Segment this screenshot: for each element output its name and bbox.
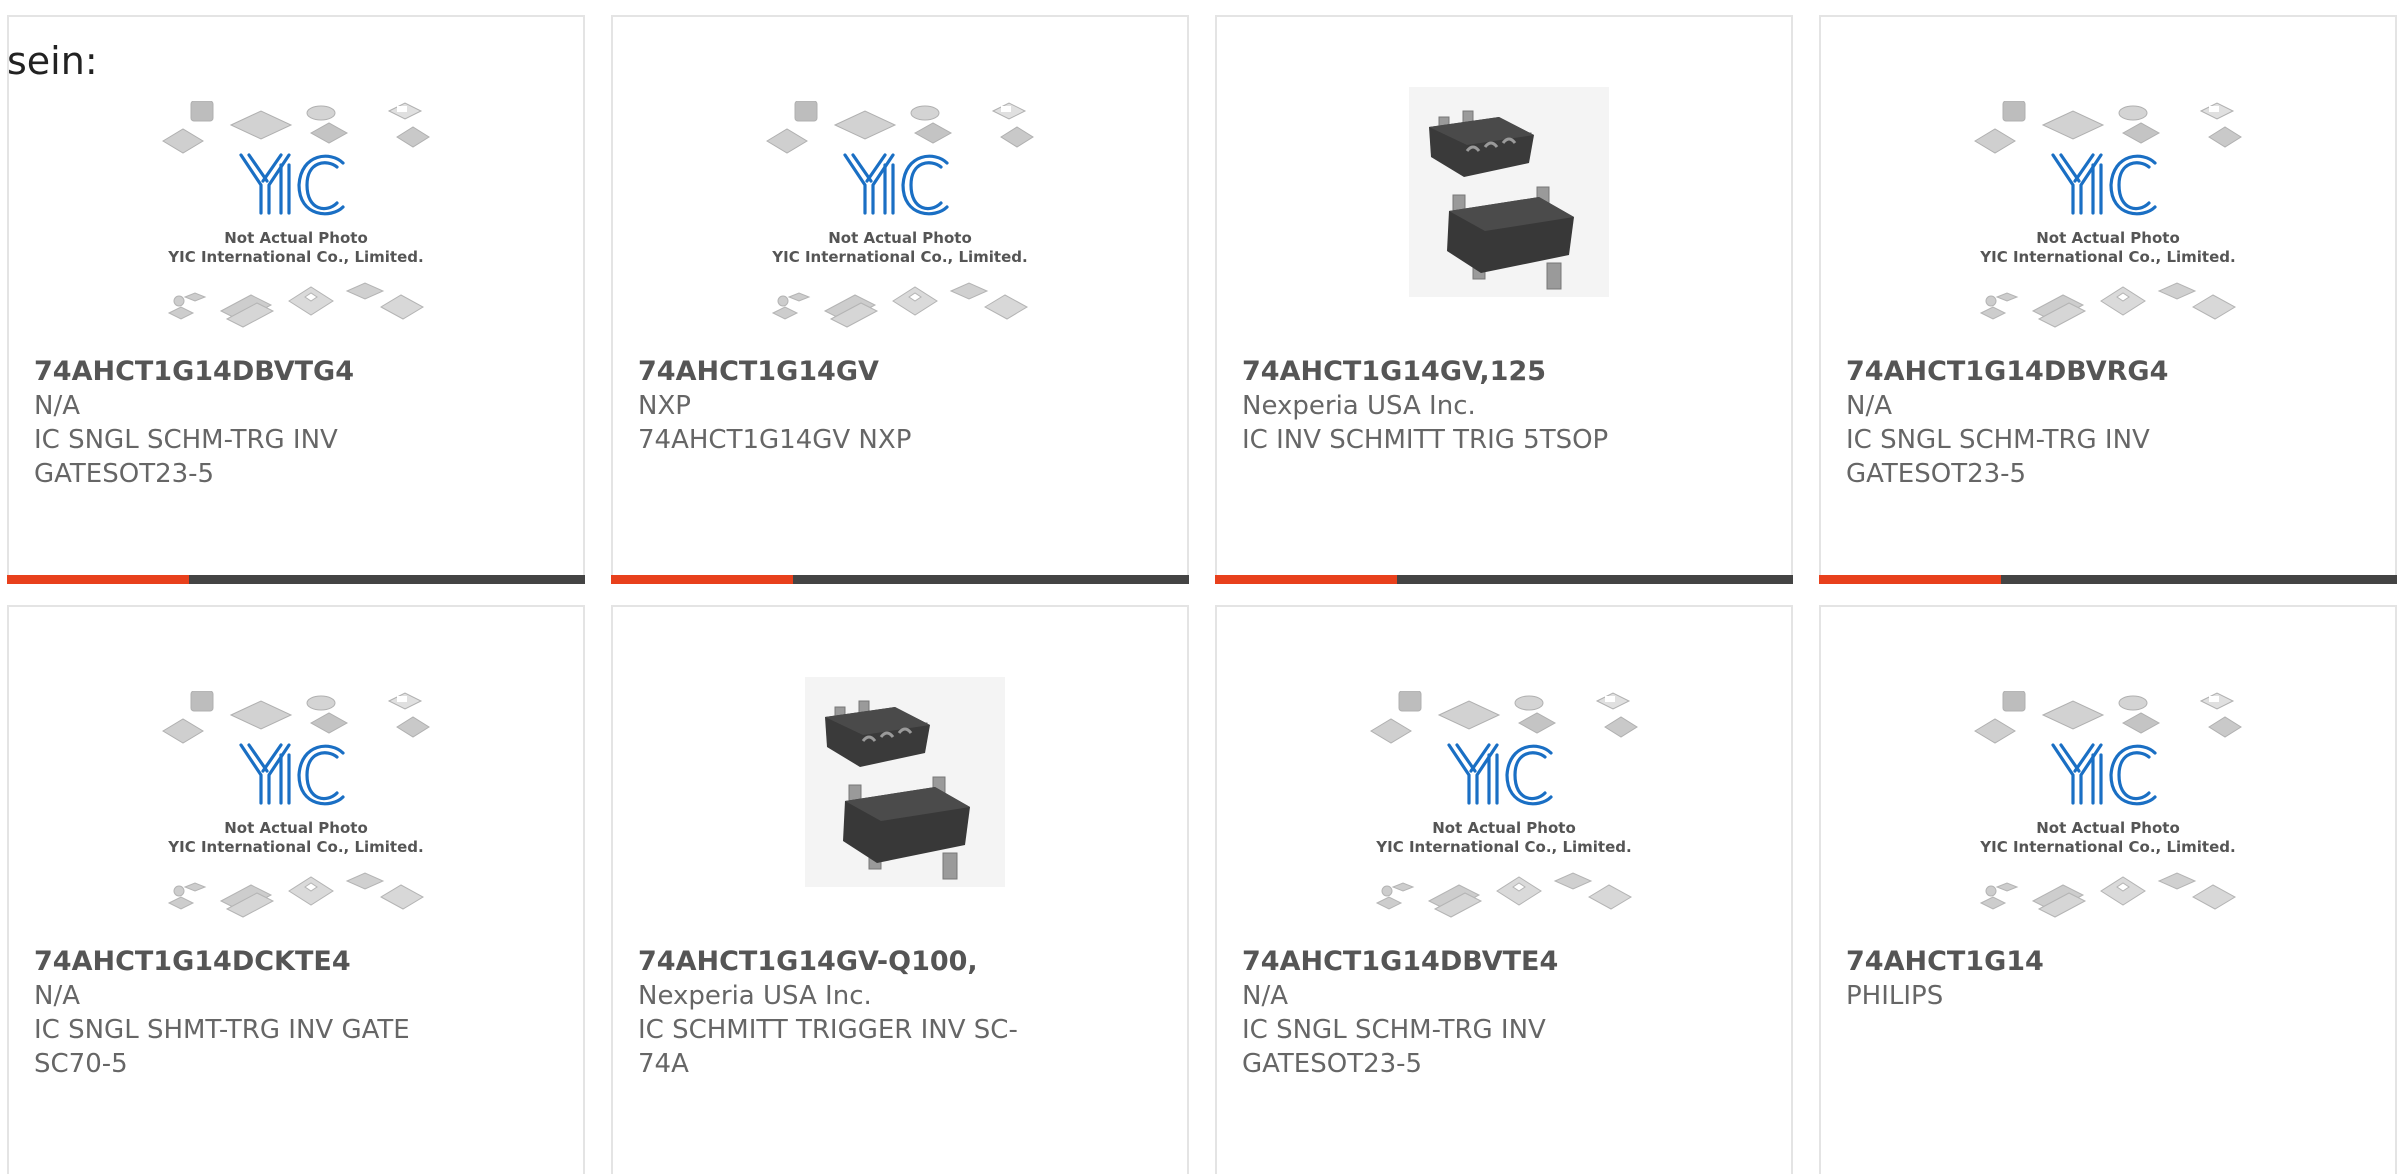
svg-text:YIC International Co., Limited: YIC International Co., Limited. <box>771 248 1027 266</box>
manufacturer: N/A <box>1242 981 1288 1011</box>
manufacturer: N/A <box>1846 391 1892 421</box>
part-number[interactable]: 74AHCT1G14DCKTE4 <box>34 945 563 979</box>
svg-text:YIC International Co., Limited: YIC International Co., Limited. <box>167 838 423 856</box>
description: 74AHCT1G14GV NXP <box>638 425 912 455</box>
card-bar <box>7 575 585 584</box>
placeholder-logo-icon: Not Actual Photo YIC International Co., L… <box>765 100 1035 341</box>
card-bar <box>1819 575 2397 584</box>
manufacturer: N/A <box>34 981 80 1011</box>
product-card[interactable]: Not Actual Photo YIC International Co., L… <box>7 15 585 584</box>
placeholder-logo-icon: Not Actual Photo YIC International Co., L… <box>1973 690 2243 931</box>
card-bar <box>611 575 1189 584</box>
product-card[interactable]: 74AHCT1G14GV,125 Nexperia USA Inc. IC IN… <box>1215 15 1793 584</box>
part-number[interactable]: 74AHCT1G14GV,125 <box>1242 355 1771 389</box>
svg-text:YIC International Co., Limited: YIC International Co., Limited. <box>167 248 423 266</box>
placeholder-logo-icon: Not Actual Photo YIC International Co., L… <box>1973 100 2243 341</box>
description: IC SNGL SCHM-TRG INV GATESOT23-5 <box>1242 1015 1546 1079</box>
svg-text:Not Actual Photo: Not Actual Photo <box>828 229 972 247</box>
placeholder-logo-icon: Not Actual Photo YIC International Co., L… <box>161 690 431 931</box>
part-number[interactable]: 74AHCT1G14DBVRG4 <box>1846 355 2375 389</box>
svg-text:Not Actual Photo: Not Actual Photo <box>2036 229 2180 247</box>
product-card[interactable]: 74AHCT1G14GV-Q100, Nexperia USA Inc. IC … <box>611 605 1189 1174</box>
manufacturer: PHILIPS <box>1846 981 1944 1011</box>
svg-text:Not Actual Photo: Not Actual Photo <box>2036 819 2180 837</box>
part-number[interactable]: 74AHCT1G14GV <box>638 355 1167 389</box>
manufacturer: N/A <box>34 391 80 421</box>
placeholder-logo-icon: Not Actual Photo YIC International Co., L… <box>161 100 431 341</box>
svg-text:Not Actual Photo: Not Actual Photo <box>224 229 368 247</box>
card-bar <box>1215 575 1793 584</box>
product-card[interactable]: Not Actual Photo YIC International Co., L… <box>1215 605 1793 1174</box>
prefix-text: sein: <box>7 39 98 83</box>
svg-text:YIC International Co., Limited: YIC International Co., Limited. <box>1375 838 1631 856</box>
card-bar-accent <box>611 575 793 584</box>
svg-text:Not Actual Photo: Not Actual Photo <box>224 819 368 837</box>
chip-photo-icon <box>1369 87 1639 327</box>
placeholder-logo-icon: Not Actual Photo YIC International Co., L… <box>1369 690 1639 931</box>
part-number[interactable]: 74AHCT1G14GV-Q100, <box>638 945 1167 979</box>
description: IC SNGL SCHM-TRG INV GATESOT23-5 <box>1846 425 2150 489</box>
description: IC SNGL SHMT-TRG INV GATE SC70-5 <box>34 1015 410 1079</box>
product-card[interactable]: Not Actual Photo YIC International Co., L… <box>611 15 1189 584</box>
product-card[interactable]: Not Actual Photo YIC International Co., L… <box>7 605 585 1174</box>
manufacturer: Nexperia USA Inc. <box>638 981 872 1011</box>
svg-text:YIC International Co., Limited: YIC International Co., Limited. <box>1979 248 2235 266</box>
svg-text:Not Actual Photo: Not Actual Photo <box>1432 819 1576 837</box>
product-card[interactable]: Not Actual Photo YIC International Co., L… <box>1819 15 2397 584</box>
description: IC SCHMITT TRIGGER INV SC-74A <box>638 1015 1018 1079</box>
part-number[interactable]: 74AHCT1G14 <box>1846 945 2375 979</box>
description: IC INV SCHMITT TRIG 5TSOP <box>1242 425 1609 455</box>
part-number[interactable]: 74AHCT1G14DBVTE4 <box>1242 945 1771 979</box>
manufacturer: NXP <box>638 391 691 421</box>
card-bar-accent <box>1819 575 2001 584</box>
part-number[interactable]: 74AHCT1G14DBVTG4 <box>34 355 563 389</box>
card-bar-accent <box>7 575 189 584</box>
description: IC SNGL SCHM-TRG INV GATESOT23-5 <box>34 425 338 489</box>
svg-text:YIC International Co., Limited: YIC International Co., Limited. <box>1979 838 2235 856</box>
chip-photo-icon <box>765 677 1035 917</box>
product-card[interactable]: Not Actual Photo YIC International Co., L… <box>1819 605 2397 1174</box>
card-bar-accent <box>1215 575 1397 584</box>
manufacturer: Nexperia USA Inc. <box>1242 391 1476 421</box>
